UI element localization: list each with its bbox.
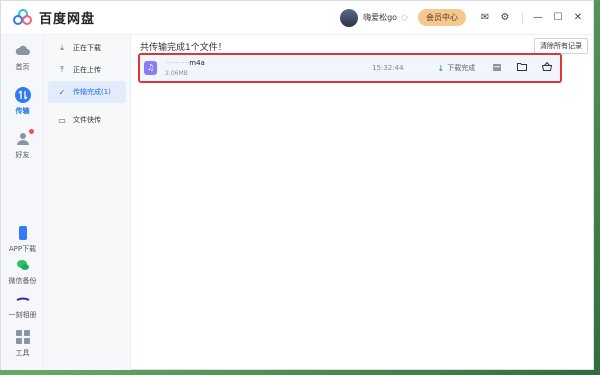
baidu-cloud-logo-icon [13,8,33,26]
subnav-fast-transfer-label: 文件快传 [73,116,101,124]
file-name: ···· ··· ·····m4a [165,59,352,67]
list-item[interactable]: ♫ ···· ··· ·····m4a 2.06MB 15:32:44 ↓ 下载… [140,55,560,81]
file-name-ext: m4a [189,59,205,67]
basket-icon[interactable] [535,61,560,74]
minimize-icon[interactable]: — [529,12,547,23]
avatar[interactable] [340,8,359,27]
subnav-completed-label: 传输完成(1) [73,88,111,96]
user-icon [15,129,34,147]
rail-label-wechat-backup: 微信备份 [8,277,37,285]
album-icon [15,291,31,307]
file-status-label: 下载完成 [447,64,476,72]
document-icon[interactable]: ▤ [484,63,509,73]
rail-item-transfer[interactable]: 传输 [1,87,44,116]
file-status: ↓ 下载完成 [438,63,485,73]
rail-item-wechat-backup[interactable]: 微信备份 [1,257,44,286]
audio-file-icon: ♫ [144,61,158,75]
app-logo: 百度网盘 [1,8,151,27]
rail-item-tools[interactable]: 工具 [1,329,44,358]
subnav-fast-transfer[interactable]: ▭ 文件快传 [48,109,126,131]
folder-icon[interactable] [510,62,535,74]
subnav-uploading-label: 正在上传 [73,66,101,74]
subnav-completed[interactable]: ✓ 传输完成(1) [48,81,126,103]
main-header: 共传输完成1个文件！ 清除所有记录 [132,38,594,54]
rail-label-transfer: 传输 [15,107,30,115]
title-bar: 百度网盘 嗨爱松go ◇ 会员中心 ✉ ⚙ — ☐ ✕ [1,1,593,35]
rail-label-home: 首页 [15,63,30,71]
file-name-blurred: ···· ··· ····· [165,59,190,67]
user-info[interactable]: 嗨爱松go ◇ [340,8,408,27]
subnav-uploading[interactable]: ⤒ 正在上传 [48,59,126,81]
rail-item-moments[interactable]: 一刻相册 [1,291,44,320]
rail-label-moments: 一刻相册 [8,311,37,319]
rail-label-tools: 工具 [15,349,30,357]
left-rail: 首页 传输 好友 APP下载 微信备份 一刻相册 工具 [1,35,44,370]
app-window: 百度网盘 嗨爱松go ◇ 会员中心 ✉ ⚙ — ☐ ✕ 首页 传输 好友 APP… [0,0,594,370]
download-arrow-icon: ↓ [437,63,445,73]
monitor-icon: ▭ [58,115,66,125]
file-size: 2.06MB [165,70,188,77]
rail-item-friends[interactable]: 好友 [1,129,44,160]
app-name: 百度网盘 [39,12,96,27]
check-circle-icon: ✓ [58,87,66,97]
page-title: 共传输完成1个文件！ [140,42,227,53]
notification-badge [28,129,34,134]
rail-item-app-download[interactable]: APP下载 [1,225,44,254]
gear-icon[interactable]: ⚙ [496,12,514,23]
rail-label-friends: 好友 [15,151,30,159]
phone-icon [15,225,31,241]
cloud-icon [15,43,31,59]
transfer-icon [14,87,31,103]
rail-label-app-download: APP下载 [8,245,37,253]
diamond-icon: ◇ [401,12,408,23]
file-time: 15:32:44 [372,64,404,72]
subnav-downloading-label: 正在下载 [73,44,101,52]
grid-icon [15,329,31,345]
vip-center-button[interactable]: 会员中心 [418,9,466,26]
maximize-icon[interactable]: ☐ [549,12,567,23]
mail-icon[interactable]: ✉ [476,12,494,23]
divider [522,11,523,24]
upload-icon: ⤒ [60,65,64,74]
clear-records-button[interactable]: 清除所有记录 [534,38,588,54]
rail-item-home[interactable]: 首页 [1,43,44,72]
download-icon: ⤓ [60,43,64,52]
subnav-downloading[interactable]: ⤓ 正在下载 [48,37,126,59]
wechat-icon [15,257,31,273]
username[interactable]: 嗨爱松go [363,12,397,23]
close-icon[interactable]: ✕ [569,12,587,23]
transfer-subnav: ⤓ 正在下载 ⤒ 正在上传 ✓ 传输完成(1) ▭ 文件快传 [44,35,131,370]
main-panel: 共传输完成1个文件！ 清除所有记录 ♫ ···· ··· ·····m4a 2.… [132,35,594,370]
